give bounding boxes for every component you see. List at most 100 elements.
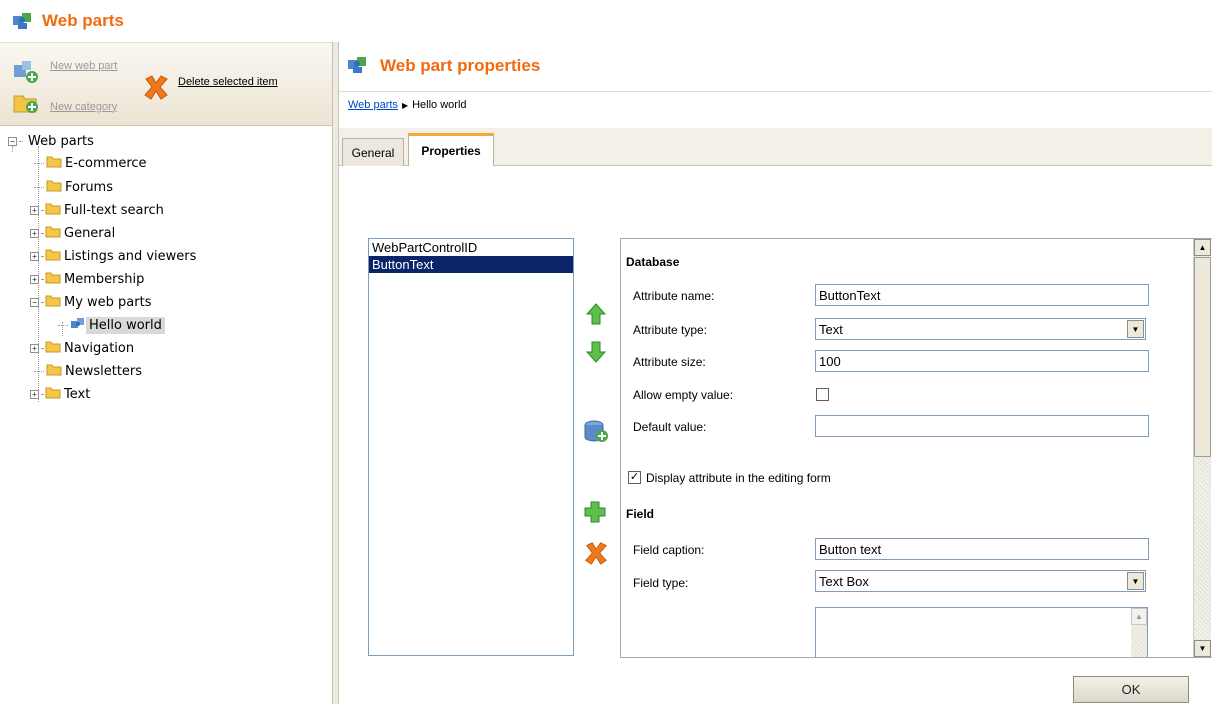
webparts-puzzle-icon xyxy=(346,54,370,77)
tree-item-e-commerce[interactable]: E-commerce xyxy=(34,152,150,174)
attribute-type-value: Text xyxy=(819,322,843,337)
form-scrollbar[interactable]: ▲ ▼ xyxy=(1193,239,1211,657)
scroll-thumb[interactable] xyxy=(1194,257,1211,457)
delete-selected-button[interactable]: Delete selected item xyxy=(142,73,278,104)
new-web-part-icon xyxy=(12,59,40,88)
chevron-down-icon[interactable]: ▼ xyxy=(1127,572,1144,590)
field-heading: Field xyxy=(626,507,655,521)
delete-selected-label: Delete selected item xyxy=(178,75,278,88)
tree-item-text[interactable]: + Text xyxy=(30,383,93,405)
folder-icon xyxy=(45,201,61,219)
folder-icon xyxy=(45,339,61,357)
right-panel: Web part properties Web parts ▶ Hello wo… xyxy=(339,42,1212,704)
tree-item-label: Full-text search xyxy=(64,202,164,218)
folder-icon xyxy=(45,270,61,288)
add-icon[interactable] xyxy=(583,500,607,527)
breadcrumb-current: Hello world xyxy=(412,99,467,111)
default-value-input[interactable] xyxy=(815,415,1149,437)
tree-item-label: E-commerce xyxy=(65,155,147,171)
tree-item-listings-and-viewers[interactable]: + Listings and viewers xyxy=(30,245,199,267)
tree-item-membership[interactable]: + Membership xyxy=(30,268,147,290)
tab-general[interactable]: General xyxy=(342,138,404,166)
field-type-value: Text Box xyxy=(819,574,869,589)
new-category-button[interactable]: New category xyxy=(12,89,117,118)
breadcrumb-arrow-icon: ▶ xyxy=(401,100,409,110)
tree-item-label: Text xyxy=(64,386,91,402)
folder-icon xyxy=(45,224,61,242)
display-in-form-checkbox[interactable]: ✓ xyxy=(628,471,641,484)
field-textarea[interactable]: ▲ xyxy=(815,607,1148,657)
new-web-part-button[interactable]: New web part xyxy=(12,59,117,88)
list-item[interactable]: ButtonText xyxy=(369,256,573,273)
display-in-form-label: Display attribute in the editing form xyxy=(646,471,831,485)
attribute-type-label: Attribute type: xyxy=(633,323,708,337)
tab-properties[interactable]: Properties xyxy=(408,133,494,166)
tree-item-label: Navigation xyxy=(64,340,135,356)
tree-root[interactable]: − Web parts xyxy=(8,130,97,152)
breadcrumb-link[interactable]: Web parts xyxy=(348,99,398,111)
tree-item-label: Listings and viewers xyxy=(64,248,197,264)
tree-item-label: General xyxy=(64,225,116,241)
collapse-icon[interactable]: − xyxy=(8,136,17,146)
expand-icon[interactable]: + xyxy=(30,205,39,215)
attribute-name-input[interactable] xyxy=(815,284,1149,306)
tree-item-newsletters[interactable]: Newsletters xyxy=(34,360,145,382)
tree-item-label: Forums xyxy=(65,179,113,195)
attribute-size-label: Attribute size: xyxy=(633,355,706,369)
app-title: Web parts xyxy=(42,11,124,30)
tree-item-label: Newsletters xyxy=(65,363,143,379)
tree-item-label: Membership xyxy=(64,271,145,287)
folder-icon xyxy=(46,178,62,196)
webparts-puzzle-icon xyxy=(12,10,34,33)
collapse-icon[interactable]: − xyxy=(30,297,39,307)
toolbar: New web part New category Delete selecte… xyxy=(0,42,332,126)
folder-icon xyxy=(46,154,62,172)
ok-label: OK xyxy=(1121,682,1141,697)
attribute-size-input[interactable] xyxy=(815,350,1149,372)
folder-icon xyxy=(46,362,62,380)
scroll-down-icon[interactable]: ▼ xyxy=(1194,640,1211,657)
tree-item-hello-world[interactable]: Hello world xyxy=(58,314,165,336)
delete-icon[interactable] xyxy=(583,540,609,569)
tree-item-full-text-search[interactable]: + Full-text search xyxy=(30,199,167,221)
new-web-part-label: New web part xyxy=(50,59,118,72)
new-category-label: New category xyxy=(50,100,118,113)
scroll-up-icon[interactable]: ▲ xyxy=(1194,239,1211,256)
tree-item-general[interactable]: + General xyxy=(30,222,118,244)
default-value-label: Default value: xyxy=(633,420,707,434)
expand-icon[interactable]: + xyxy=(30,343,39,353)
attribute-type-select[interactable]: Text ▼ xyxy=(815,318,1146,340)
database-heading: Database xyxy=(626,255,680,269)
field-caption-input[interactable] xyxy=(815,538,1149,560)
allow-empty-label: Allow empty value: xyxy=(633,388,734,402)
left-panel: New web part New category Delete selecte… xyxy=(0,42,332,704)
ok-button[interactable]: OK xyxy=(1073,676,1189,703)
panel-splitter[interactable] xyxy=(332,42,339,704)
field-type-select[interactable]: Text Box ▼ xyxy=(815,570,1146,592)
expand-icon[interactable]: + xyxy=(30,228,39,238)
tree-item-forums[interactable]: Forums xyxy=(34,176,116,198)
breadcrumb: Web parts ▶ Hello world xyxy=(348,99,467,111)
field-type-label: Field type: xyxy=(633,576,689,590)
panel-title: Web part properties xyxy=(380,56,541,75)
panel-header: Web part properties xyxy=(339,42,1212,92)
tree-item-my-web-parts[interactable]: − My web parts xyxy=(30,291,155,313)
attribute-list[interactable]: WebPartControlID ButtonText xyxy=(368,238,574,656)
allow-empty-checkbox[interactable] xyxy=(816,388,829,401)
folder-icon xyxy=(45,247,61,265)
tree-item-navigation[interactable]: + Navigation xyxy=(30,337,137,359)
expand-icon[interactable]: + xyxy=(30,389,39,399)
folder-icon xyxy=(45,385,61,403)
field-caption-label: Field caption: xyxy=(633,543,705,557)
new-category-icon xyxy=(12,89,40,118)
list-item[interactable]: WebPartControlID xyxy=(369,239,573,256)
scroll-up-icon[interactable]: ▲ xyxy=(1131,608,1147,625)
app-header: Web parts xyxy=(0,0,1212,42)
expand-icon[interactable]: + xyxy=(30,274,39,284)
move-up-icon[interactable] xyxy=(585,302,607,329)
chevron-down-icon[interactable]: ▼ xyxy=(1127,320,1144,338)
new-database-attribute-icon[interactable] xyxy=(582,418,610,447)
expand-icon[interactable]: + xyxy=(30,251,39,261)
move-down-icon[interactable] xyxy=(585,340,607,367)
webpart-icon xyxy=(70,316,86,334)
